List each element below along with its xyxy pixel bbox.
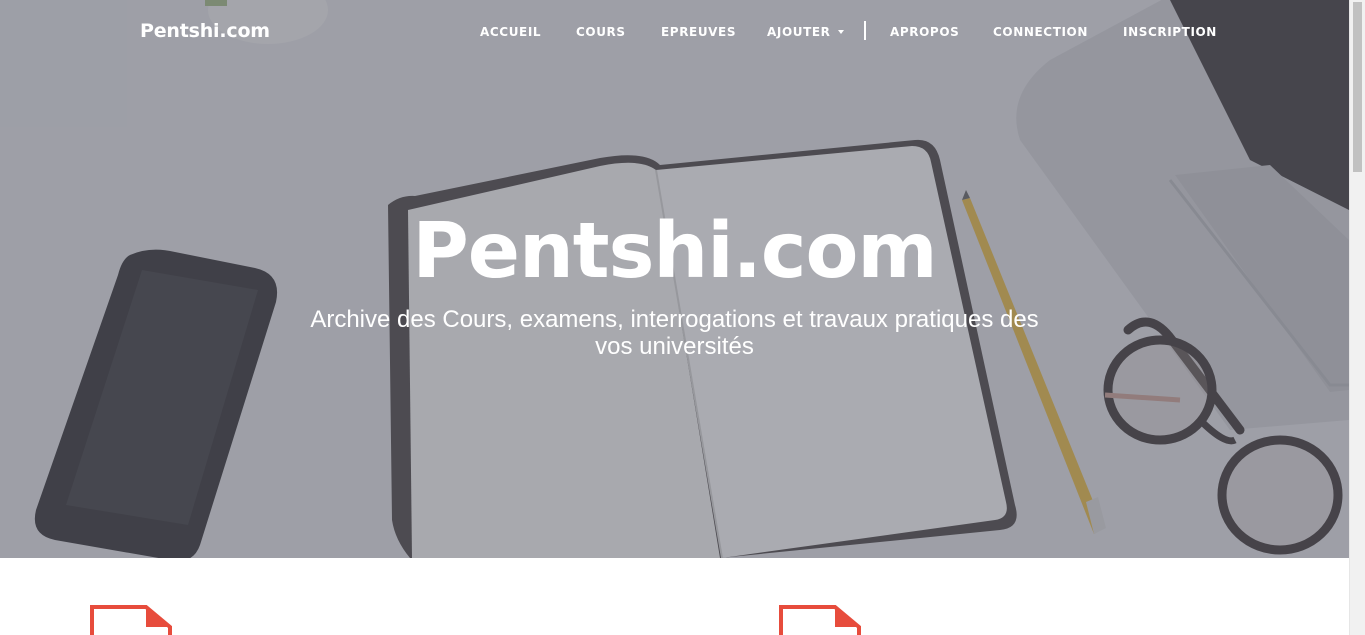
hero-subtitle: Archive des Cours, examens, interrogatio… bbox=[310, 306, 1039, 360]
nav-item-connection[interactable]: CONNECTION bbox=[993, 25, 1088, 39]
caret-down-icon bbox=[837, 30, 844, 34]
nav-item-apropos[interactable]: APROPOS bbox=[890, 25, 959, 39]
nav-divider bbox=[864, 21, 866, 40]
pdf-file-icon bbox=[90, 605, 172, 635]
nav-item-ajouter-label: AJOUTER bbox=[767, 25, 831, 39]
hero-section: Pentshi.com ACCUEIL COURS EPREUVES AJOUT… bbox=[0, 0, 1349, 558]
page: Pentshi.com ACCUEIL COURS EPREUVES AJOUT… bbox=[0, 0, 1365, 635]
page-scrollbar[interactable] bbox=[1349, 0, 1365, 635]
hero-title: Pentshi.com bbox=[412, 207, 937, 296]
nav-item-epreuves[interactable]: EPREUVES bbox=[661, 25, 736, 39]
nav-item-cours[interactable]: COURS bbox=[576, 25, 626, 39]
scrollbar-thumb[interactable] bbox=[1353, 2, 1362, 172]
nav-item-ajouter[interactable]: AJOUTER bbox=[767, 25, 844, 39]
nav-item-inscription[interactable]: INSCRIPTION bbox=[1123, 25, 1217, 39]
pdf-file-icon bbox=[779, 605, 861, 635]
brand-logo-link[interactable]: Pentshi.com bbox=[140, 20, 270, 42]
nav-item-accueil[interactable]: ACCUEIL bbox=[480, 25, 541, 39]
